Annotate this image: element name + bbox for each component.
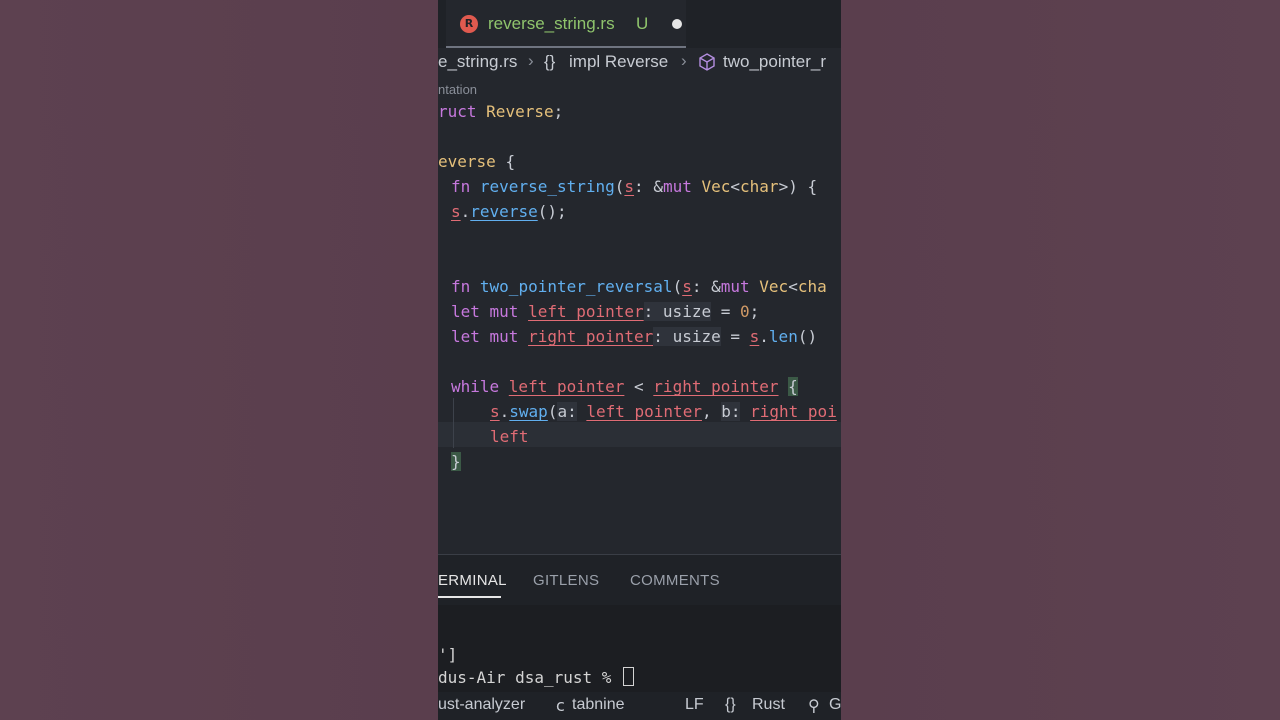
terminal-prompt-line: dus-Air dsa_rust % xyxy=(438,667,635,687)
indent-guide xyxy=(453,398,454,448)
tab-gitlens[interactable]: GITLENS xyxy=(533,572,599,589)
tab-git-status: U xyxy=(636,14,649,33)
type-inlay-hint: : usize xyxy=(653,327,721,346)
code-line-10: let mut right_pointer: usize = s.len() xyxy=(451,327,827,346)
code-line-1: ruct Reverse; xyxy=(438,102,564,121)
breadcrumb-method[interactable]: two_pointer_r xyxy=(723,52,826,72)
code-line-13: s.swap(a: left_pointer, b: right_poi xyxy=(490,402,837,421)
code-editor: R reverse_string.rs U e_string.rs › {} i… xyxy=(438,0,841,720)
editor-tab-bar: R reverse_string.rs U xyxy=(438,0,841,48)
active-tab-indicator xyxy=(438,596,501,598)
param-inlay-hint: a: xyxy=(557,402,577,421)
param-inlay-hint: b: xyxy=(721,402,741,421)
chevron-right-icon: › xyxy=(681,51,687,70)
code-line-12: while left_pointer < right_pointer { xyxy=(451,377,798,396)
braces-icon: {} xyxy=(725,696,736,713)
status-rust-analyzer[interactable]: ust-analyzer xyxy=(438,696,525,714)
background-left xyxy=(0,0,438,720)
braces-icon: {} xyxy=(544,52,556,71)
background-right xyxy=(841,0,1280,720)
breadcrumb-file[interactable]: e_string.rs xyxy=(438,52,517,72)
codelens-implementation[interactable]: ntation xyxy=(438,82,477,97)
rust-file-icon: R xyxy=(460,15,478,33)
code-line-14: left xyxy=(490,427,529,446)
tab-filename: reverse_string.rs xyxy=(488,14,615,33)
status-extra[interactable]: G xyxy=(829,696,841,714)
editor-tab-reverse-string[interactable]: R reverse_string.rs U xyxy=(446,0,686,48)
broadcast-icon: ⚲ xyxy=(808,696,820,715)
breadcrumb-impl[interactable]: impl Reverse xyxy=(569,52,668,72)
code-line-8: fn two_pointer_reversal(s: &mut Vec<cha xyxy=(451,277,827,296)
bottom-panel: ERMINAL GITLENS COMMENTS '] dus-Air dsa_… xyxy=(438,555,841,692)
chevron-right-icon: › xyxy=(528,51,534,70)
tabnine-icon: c xyxy=(556,696,565,715)
type-inlay-hint: : usize xyxy=(643,302,712,321)
status-tabnine[interactable]: tabnine xyxy=(572,696,625,714)
code-line-9: let mut left_pointer: usize = 0; xyxy=(451,302,760,321)
tab-terminal[interactable]: ERMINAL xyxy=(438,572,507,589)
status-eol[interactable]: LF xyxy=(685,696,704,714)
code-line-3: everse { xyxy=(438,152,516,171)
code-line-4: fn reverse_string(s: &mut Vec<char>) { xyxy=(451,177,818,196)
terminal-line: '] xyxy=(438,645,458,664)
matching-brace: } xyxy=(451,452,461,471)
status-language[interactable]: Rust xyxy=(752,696,785,714)
unsaved-dot-icon[interactable] xyxy=(672,19,682,29)
code-line-5: s.reverse(); xyxy=(451,202,567,221)
matching-brace: { xyxy=(788,377,798,396)
terminal-cursor xyxy=(623,667,635,686)
tab-comments[interactable]: COMMENTS xyxy=(630,572,720,589)
cube-icon xyxy=(698,53,716,76)
status-bar: ust-analyzer c tabnine LF {} Rust ⚲ G xyxy=(438,692,841,720)
terminal-output[interactable]: '] dus-Air dsa_rust % xyxy=(438,605,841,692)
code-line-15: } xyxy=(451,449,461,474)
